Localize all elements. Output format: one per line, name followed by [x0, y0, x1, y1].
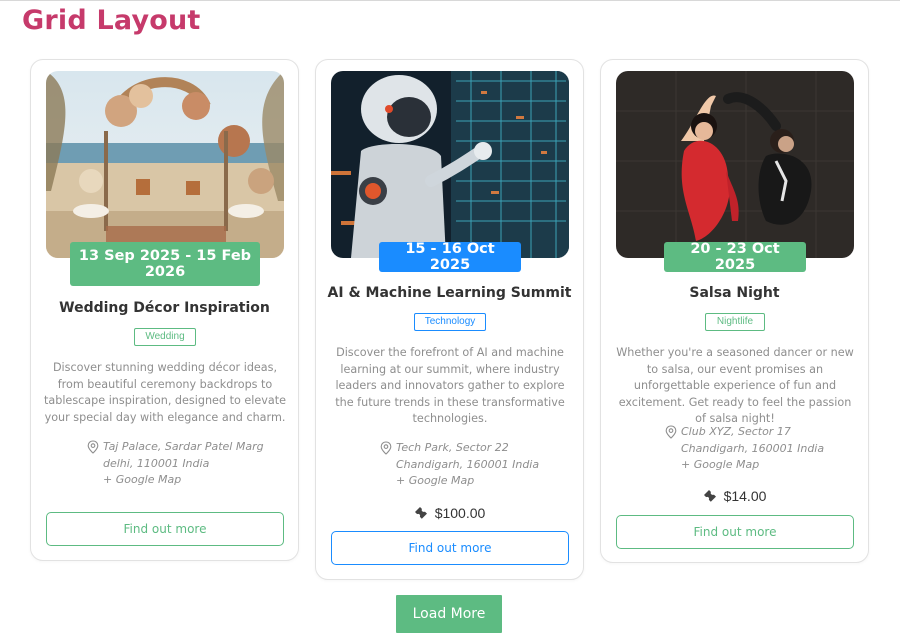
- location-address: Tech Park, Sector 22: [396, 441, 509, 454]
- location-city: Chandigarh, 160001 India: [681, 441, 825, 455]
- load-more-button[interactable]: Load More: [396, 595, 502, 633]
- event-image-ai-summit[interactable]: [331, 71, 569, 258]
- event-price: $100.00: [316, 505, 583, 521]
- location-city: Chandigarh, 160001 India: [396, 457, 540, 471]
- google-map-link[interactable]: + Google Map: [380, 473, 580, 490]
- event-location: Tech Park, Sector 22 Chandigarh, 160001 …: [380, 440, 580, 490]
- category-tag[interactable]: Wedding: [134, 328, 196, 346]
- date-badge: 15 - 16 Oct 2025: [379, 241, 521, 273]
- event-description: Discover stunning wedding décor ideas, f…: [43, 361, 286, 424]
- event-description: Discover the forefront of AI and machine…: [335, 346, 565, 425]
- page-title: Grid Layout: [22, 5, 201, 36]
- event-title[interactable]: AI & Machine Learning Summit: [316, 285, 583, 301]
- google-map-link[interactable]: + Google Map: [665, 457, 865, 474]
- google-map-link[interactable]: + Google Map: [87, 472, 287, 489]
- map-pin-icon: [87, 440, 99, 454]
- event-title[interactable]: Wedding Décor Inspiration: [31, 300, 298, 316]
- price-value: $14.00: [723, 488, 767, 504]
- ticket-icon: [703, 490, 716, 502]
- event-card-salsa: 20 - 23 Oct 2025 Salsa Night Nightlife W…: [600, 59, 869, 563]
- event-card-wedding: 13 Sep 2025 - 15 Feb 2026 Wedding Décor …: [30, 59, 299, 561]
- find-out-more-button[interactable]: Find out more: [616, 515, 854, 549]
- event-image-wedding[interactable]: [46, 71, 284, 258]
- category-tag[interactable]: Technology: [414, 313, 486, 331]
- event-image-salsa[interactable]: [616, 71, 854, 258]
- location-address: Club XYZ, Sector 17: [681, 425, 791, 438]
- event-description: Whether you're a seasoned dancer or new …: [616, 346, 854, 425]
- price-value: $100.00: [434, 505, 486, 521]
- date-badge: 13 Sep 2025 - 15 Feb 2026: [70, 242, 260, 286]
- event-location: Taj Palace, Sardar Patel Marg delhi, 110…: [87, 439, 287, 489]
- event-card-ai-summit: 15 - 16 Oct 2025 AI & Machine Learning S…: [315, 59, 584, 580]
- category-tag[interactable]: Nightlife: [705, 313, 765, 331]
- find-out-more-button[interactable]: Find out more: [46, 512, 284, 546]
- map-pin-icon: [380, 441, 392, 455]
- find-out-more-button[interactable]: Find out more: [331, 531, 569, 565]
- map-pin-icon: [665, 425, 677, 439]
- event-location: Club XYZ, Sector 17 Chandigarh, 160001 I…: [665, 424, 865, 474]
- location-address: Taj Palace, Sardar Patel Marg: [103, 440, 264, 453]
- event-title[interactable]: Salsa Night: [601, 285, 868, 301]
- ticket-icon: [414, 507, 427, 519]
- event-price: $14.00: [601, 488, 868, 504]
- date-badge: 20 - 23 Oct 2025: [664, 241, 806, 273]
- location-city: delhi, 110001 India: [103, 456, 210, 470]
